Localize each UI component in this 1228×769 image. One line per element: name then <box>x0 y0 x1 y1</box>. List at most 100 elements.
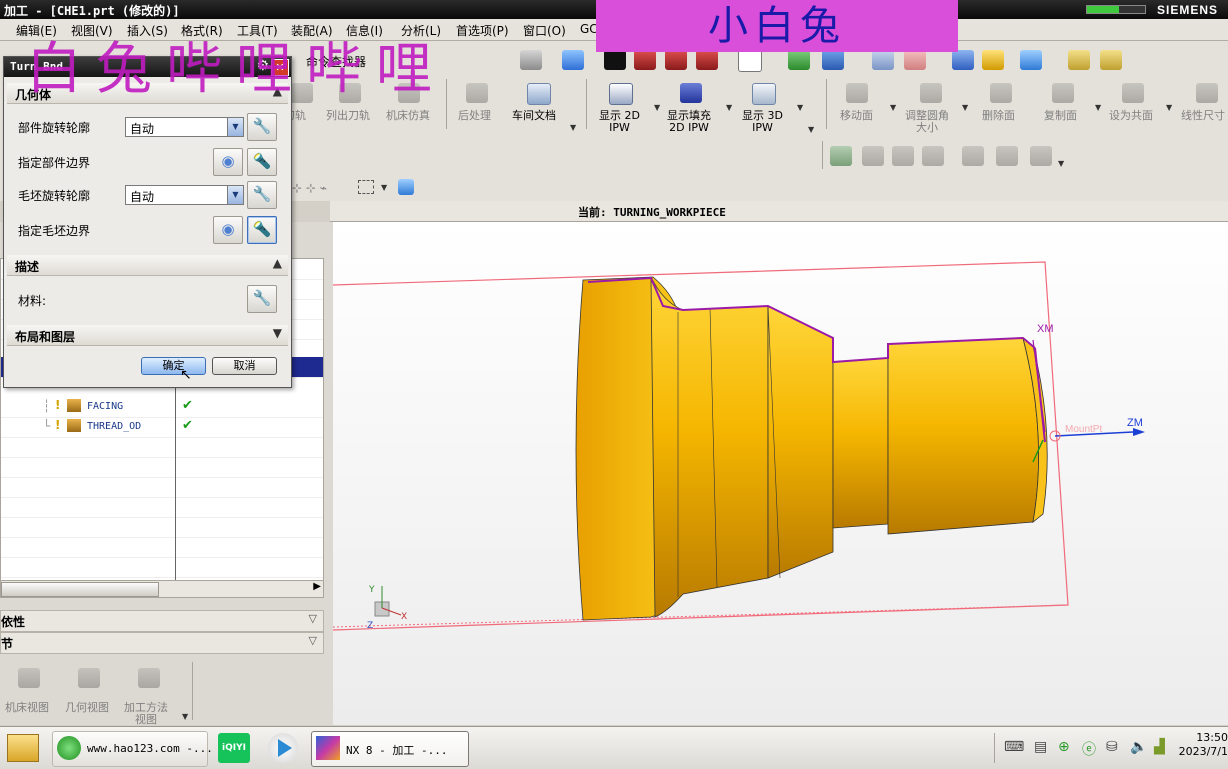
section-description[interactable]: 描述 ▲ <box>7 255 288 276</box>
wizard-icon[interactable] <box>982 50 1004 70</box>
iqiyi-icon[interactable]: iQIYI <box>218 733 250 763</box>
part-rev-profile-select[interactable]: 自动 ▼ <box>125 117 244 137</box>
selection-box-icon[interactable] <box>358 180 374 194</box>
ruler-icon[interactable] <box>1068 50 1090 70</box>
table-row[interactable] <box>1 477 323 498</box>
network-device-icon[interactable]: ▤ <box>1034 739 1047 755</box>
copy-face-button[interactable]: 复制面 <box>1044 110 1077 122</box>
measure-icon[interactable] <box>1100 50 1122 70</box>
move-icon[interactable] <box>822 50 844 70</box>
scrollbar-thumb[interactable] <box>1 582 159 597</box>
chevron-down-icon[interactable]: ▼ <box>962 103 968 112</box>
chevron-down-icon[interactable]: ▼ <box>273 326 282 340</box>
chevron-down-icon[interactable]: ▼ <box>570 123 576 132</box>
part-model-svg[interactable]: XM ZM MountPt Y X Z <box>332 222 1228 725</box>
linear-dimension-button[interactable]: 线性尺寸 <box>1181 110 1225 122</box>
machine-sim-button[interactable]: 机床仿真 <box>386 110 430 122</box>
keyboard-icon[interactable]: ⌨ <box>1004 739 1024 755</box>
view-red-cube-icon[interactable] <box>634 50 656 70</box>
chevron-down-icon[interactable]: ▼ <box>1095 103 1101 112</box>
browser-tray-icon[interactable]: ⓔ <box>1082 739 1096 759</box>
machine-view-button[interactable]: 机床视图 <box>5 702 49 714</box>
part-boundary-select-button[interactable]: ◉ <box>213 148 243 176</box>
comment-icon[interactable] <box>996 146 1018 166</box>
section-layout-layers[interactable]: 布局和图层 ▼ <box>7 325 288 346</box>
view-cube-3-icon[interactable] <box>696 50 718 70</box>
list-toolpath-button[interactable]: 列出刀轨 <box>326 110 370 122</box>
move-face-button[interactable]: 移动面 <box>840 110 873 122</box>
verify-icon[interactable] <box>830 146 852 166</box>
resize-blend-button[interactable]: 调整圆角 大小 <box>905 110 949 134</box>
chevron-down-icon[interactable]: ▼ <box>1166 103 1172 112</box>
chevron-down-icon[interactable]: ▼ <box>890 103 896 112</box>
table-row[interactable] <box>1 497 323 518</box>
chevron-down-icon[interactable]: ▼ <box>182 712 188 721</box>
table-row[interactable] <box>1 557 323 578</box>
nav-section-details[interactable]: 节 ▽ <box>0 632 324 654</box>
table-row[interactable] <box>1 537 323 558</box>
snap-point-icon[interactable]: ⊹ ⊹ ⌁ <box>292 181 327 195</box>
menu-preferences[interactable]: 首选项(P) <box>456 22 509 39</box>
postprocess-button[interactable]: 后处理 <box>458 110 491 122</box>
make-coplanar-button[interactable]: 设为共面 <box>1109 110 1153 122</box>
graphics-viewport[interactable]: XM ZM MountPt Y X Z <box>332 222 1228 725</box>
show-3d-ipw-button[interactable]: 显示 3D IPW <box>742 110 783 134</box>
chevron-down-icon[interactable]: ▼ <box>797 103 803 112</box>
chevron-up-icon[interactable]: ▲ <box>273 256 282 270</box>
video-player-icon[interactable] <box>268 733 298 763</box>
part-boundary-flashlight-button[interactable]: 🔦 <box>247 148 277 176</box>
material-button[interactable]: 🔧 <box>247 285 277 313</box>
angle-icon[interactable] <box>904 50 926 70</box>
geometry-view-button[interactable]: 几何视图 <box>65 702 109 714</box>
usb-icon[interactable]: ⛁ <box>1106 739 1118 755</box>
blank-boundary-flashlight-button[interactable]: 🔦 <box>247 216 277 244</box>
horizontal-scrollbar[interactable]: ▶ <box>0 580 324 598</box>
chevron-down-icon[interactable]: ▼ <box>227 186 243 204</box>
chevron-down-icon[interactable]: ▼ <box>726 103 732 112</box>
shade-icon[interactable] <box>520 50 542 70</box>
render-style-icon[interactable] <box>604 50 626 70</box>
show-fill-ipw-button[interactable]: 显示填充 2D IPW <box>667 110 711 134</box>
method-view-button[interactable]: 加工方法 视图 <box>124 702 168 726</box>
chevron-down-icon[interactable]: ▼ <box>227 118 243 136</box>
background-icon[interactable] <box>738 50 762 72</box>
ok-button[interactable]: 确定 <box>141 357 206 375</box>
table-row[interactable] <box>1 437 323 458</box>
delete-face-button[interactable]: 删除面 <box>982 110 1015 122</box>
chevron-down-icon[interactable]: ▼ <box>1058 159 1064 168</box>
flag-icon[interactable] <box>962 146 984 166</box>
table-row[interactable] <box>1 517 323 538</box>
machine-2-icon[interactable] <box>892 146 914 166</box>
table-row-facing[interactable]: ┆ ! FACING ✔ <box>1 397 323 418</box>
table-row-thread[interactable]: └ ! THREAD_OD ✔ <box>1 417 323 438</box>
show-2d-ipw-button[interactable]: 显示 2D IPW <box>599 110 640 134</box>
chevron-down-icon[interactable]: ▽ <box>309 612 317 625</box>
blank-rev-profile-button[interactable]: 🔧 <box>247 181 277 209</box>
cancel-button[interactable]: 取消 <box>212 357 277 375</box>
chevron-down-icon[interactable]: ▽ <box>309 634 317 647</box>
table-icon[interactable] <box>922 146 944 166</box>
edit-icon[interactable] <box>1030 146 1052 166</box>
chevron-down-icon[interactable]: ▼ <box>808 125 814 134</box>
taskbar-browser[interactable]: www.hao123.com -... <box>52 731 213 767</box>
system-clock[interactable]: 13:50 2023/7/1 <box>1178 731 1228 759</box>
shop-doc-button[interactable]: 车间文档 <box>512 110 556 122</box>
add-icon[interactable]: ⊕ <box>1058 739 1070 755</box>
table-row[interactable] <box>1 457 323 478</box>
cube-icon[interactable] <box>562 50 584 70</box>
explorer-icon[interactable] <box>7 734 39 762</box>
analysis-icon[interactable] <box>1020 50 1042 70</box>
signal-icon[interactable]: ▟ <box>1154 739 1165 755</box>
layer-icon[interactable] <box>872 50 894 70</box>
machine-icon[interactable] <box>862 146 884 166</box>
volume-icon[interactable]: 🔈 <box>1130 739 1147 755</box>
view-cube-2-icon[interactable] <box>665 50 687 70</box>
nav-section-dependencies[interactable]: 依性 ▽ <box>0 610 324 632</box>
menu-window[interactable]: 窗口(O) <box>523 22 566 39</box>
taskbar-nx-window[interactable]: NX 8 - 加工 -... <box>311 731 469 767</box>
chevron-down-icon[interactable]: ▼ <box>381 183 387 192</box>
part-rev-profile-button[interactable]: 🔧 <box>247 113 277 141</box>
blank-rev-profile-select[interactable]: 自动 ▼ <box>125 185 244 205</box>
blank-boundary-select-button[interactable]: ◉ <box>213 216 243 244</box>
chevron-down-icon[interactable]: ▼ <box>654 103 660 112</box>
